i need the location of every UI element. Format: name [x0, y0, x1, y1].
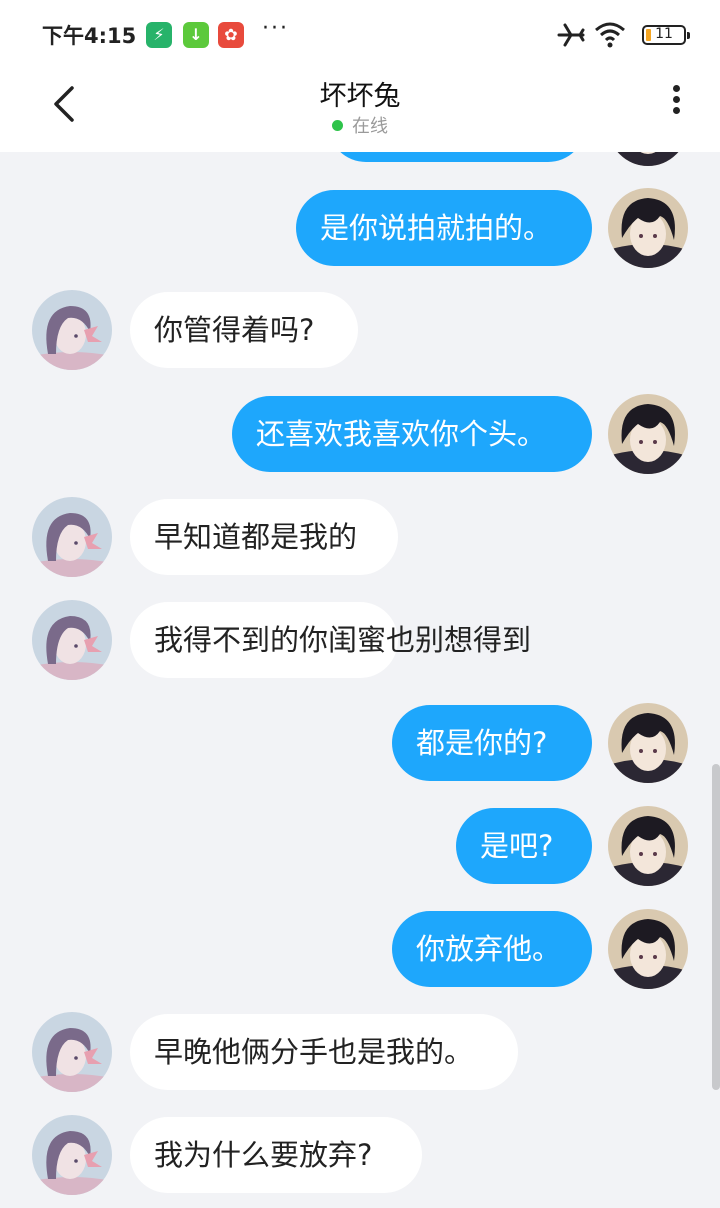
contact-avatar[interactable] — [32, 1012, 112, 1092]
message-list[interactable]: 是你说拍就拍的。你管得着吗? 还喜欢我喜欢你个头。早知道都是我的我得不到的你闺蜜也… — [0, 152, 720, 1208]
presence-status: 在线 — [0, 112, 720, 138]
scrollbar[interactable] — [712, 764, 720, 1090]
message-bubble[interactable]: 都是你的? — [392, 705, 592, 781]
more-options-button[interactable] — [666, 82, 686, 126]
status-bar: 下午4:15 ⚡ ↓ ✿ ··· 11 — [0, 0, 720, 66]
wifi-icon — [595, 22, 625, 48]
my-avatar[interactable] — [608, 703, 688, 783]
status-time: 下午4:15 — [42, 24, 137, 48]
shield-app-icon: ⚡ — [146, 22, 172, 48]
message-bubble[interactable]: 是你说拍就拍的。 — [296, 190, 592, 266]
battery-icon: 11 — [642, 25, 690, 45]
online-dot-icon — [332, 120, 343, 131]
message-bubble[interactable]: 我为什么要放弃? — [130, 1117, 422, 1193]
red-app-icon: ✿ — [218, 22, 244, 48]
contact-name: 坏坏兔 — [319, 81, 401, 112]
my-avatar[interactable] — [608, 188, 688, 268]
my-avatar[interactable] — [608, 394, 688, 474]
download-app-icon: ↓ — [183, 22, 209, 48]
message-bubble[interactable]: 还喜欢我喜欢你个头。 — [232, 396, 592, 472]
presence-label: 在线 — [352, 116, 388, 137]
my-avatar[interactable] — [608, 909, 688, 989]
my-avatar[interactable] — [608, 806, 688, 886]
message-bubble[interactable]: 早晚他俩分手也是我的。 — [130, 1014, 518, 1090]
contact-avatar[interactable] — [32, 600, 112, 680]
contact-avatar[interactable] — [32, 290, 112, 370]
my-avatar[interactable] — [608, 152, 688, 166]
chat-header: 坏坏兔 在线 — [0, 66, 720, 152]
contact-avatar[interactable] — [32, 1115, 112, 1195]
message-bubble[interactable]: 你管得着吗? — [130, 292, 358, 368]
airplane-icon — [557, 23, 585, 47]
battery-level: 11 — [655, 26, 673, 42]
message-bubble[interactable]: 是吧? — [456, 808, 592, 884]
status-more-icon: ··· — [262, 16, 289, 41]
contact-avatar[interactable] — [32, 497, 112, 577]
message-bubble[interactable]: 你放弃他。 — [392, 911, 592, 987]
message-bubble[interactable]: 我得不到的你闺蜜也别想得到 — [130, 602, 531, 678]
message-bubble[interactable]: 早知道都是我的 — [130, 499, 398, 575]
message-bubble-partial[interactable] — [328, 152, 586, 162]
